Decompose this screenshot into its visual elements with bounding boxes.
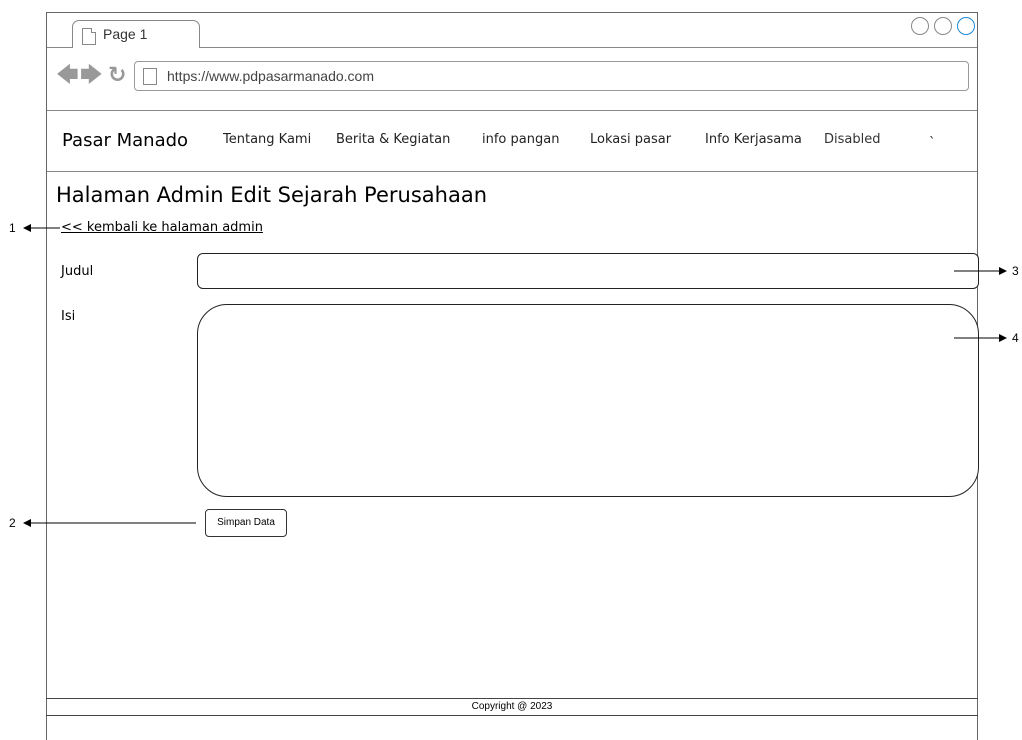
annotation-arrows [23, 224, 1007, 527]
annotation-label-1: 1 [9, 221, 16, 235]
annotation-label-4: 4 [1012, 331, 1019, 345]
annotation-label-3: 3 [1012, 264, 1019, 278]
annotation-label-2: 2 [9, 516, 16, 530]
page-icon [82, 28, 96, 45]
browser-tab[interactable]: Page 1 [72, 20, 200, 48]
tab-label: Page 1 [103, 26, 148, 42]
